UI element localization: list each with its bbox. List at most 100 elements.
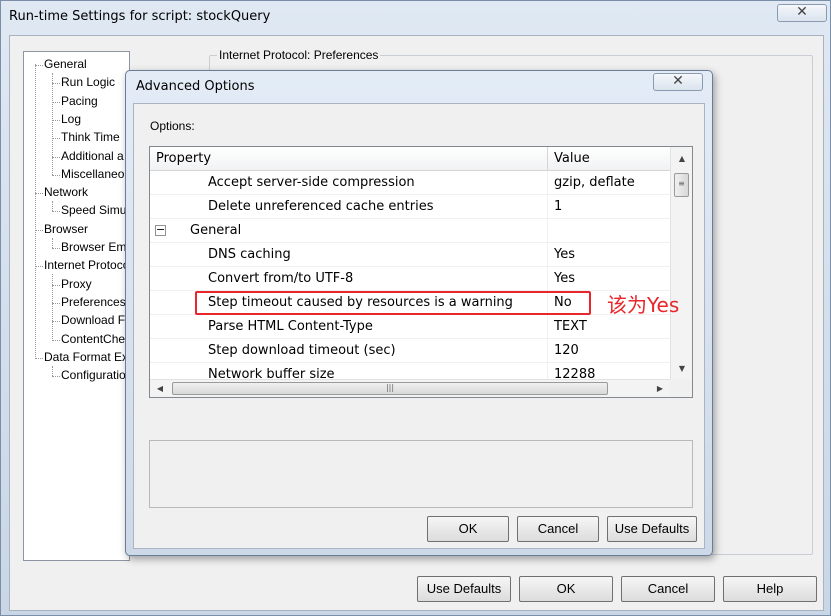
value-cell[interactable]: Yes — [554, 243, 575, 267]
tree-item[interactable]: Log — [61, 112, 81, 126]
tree-connector — [52, 237, 53, 248]
scroll-right-icon[interactable]: ▶ — [650, 380, 670, 397]
column-header-value[interactable]: Value — [548, 147, 670, 171]
tree-connector — [52, 365, 53, 377]
property-cell: Accept server-side compression — [208, 175, 415, 190]
use-defaults-button[interactable]: Use Defaults — [417, 576, 511, 602]
settings-tree: General Run Logic Pacing Log Think Time Addit… — [23, 51, 130, 561]
column-divider — [547, 195, 548, 219]
tree-item[interactable]: Pacing — [61, 94, 98, 108]
value-cell[interactable]: 1 — [554, 195, 562, 219]
property-cell: Step timeout caused by resources is a wa… — [208, 295, 513, 310]
tree-item[interactable]: Additional a — [61, 149, 124, 163]
tree-connector — [52, 321, 60, 323]
tree-connector — [35, 65, 43, 66]
collapse-toggle-icon[interactable]: − — [155, 224, 166, 236]
dialog-use-defaults-button[interactable]: Use Defaults — [607, 516, 697, 542]
tree-connector — [52, 248, 60, 249]
column-divider — [547, 243, 548, 267]
tree-item[interactable]: Think Time — [61, 130, 120, 144]
tree-item[interactable]: Browser Em — [61, 240, 126, 254]
options-property-grid: Property Value Accept server-side compre… — [149, 146, 693, 398]
grid-row[interactable]: Accept server-side compression gzip, defl… — [150, 171, 670, 195]
tree-connector — [35, 229, 43, 231]
tree-connector — [35, 266, 43, 268]
tree-item[interactable]: Data Format Ex — [44, 350, 128, 364]
tree-item[interactable]: Configuratio — [61, 368, 126, 382]
column-divider — [547, 339, 548, 363]
tree-connector — [35, 357, 43, 359]
property-cell: Convert from/to UTF-8 — [208, 271, 354, 286]
tree-item[interactable]: Download F — [61, 313, 125, 327]
scroll-down-icon[interactable]: ▼ — [671, 359, 692, 379]
horizontal-scroll-thumb[interactable]: ||| — [172, 382, 608, 395]
column-divider — [547, 315, 548, 339]
tree-connector — [52, 174, 60, 176]
dialog-content: Options: Property Value Accept server-si… — [133, 103, 705, 549]
tree-item[interactable]: General — [44, 57, 87, 71]
runtime-settings-window: Run-time Settings for script: stockQuery… — [0, 0, 831, 616]
grid-row[interactable]: Parse HTML Content-Type TEXT — [150, 315, 670, 339]
property-cell: Step download timeout (sec) — [208, 343, 396, 358]
tree-item[interactable]: Miscellaneo — [61, 167, 124, 181]
scroll-left-icon[interactable]: ◀ — [150, 380, 170, 397]
column-divider — [547, 219, 548, 243]
tree-connector — [35, 64, 36, 357]
tree-connector — [52, 284, 60, 286]
tree-connector — [52, 119, 60, 121]
tree-item[interactable]: Network — [44, 185, 88, 199]
column-header-property[interactable]: Property — [150, 147, 547, 171]
option-description-box — [149, 440, 693, 508]
grid-row[interactable]: − General — [150, 219, 670, 243]
tree-item[interactable]: Run Logic — [61, 75, 115, 89]
tree-connector — [52, 201, 53, 212]
scrollbar-corner — [670, 379, 692, 397]
scroll-up-icon[interactable]: ▲ — [671, 149, 692, 169]
column-divider — [547, 267, 548, 291]
dialog-title: Advanced Options — [136, 79, 255, 94]
horizontal-scrollbar[interactable]: ◀ ||| ▶ — [150, 379, 670, 397]
tree-connector — [52, 274, 53, 340]
window-close-button[interactable]: ✕ — [777, 4, 827, 22]
tree-item[interactable]: Preferences — [61, 295, 126, 309]
value-cell[interactable]: 120 — [554, 339, 579, 363]
grid-row[interactable]: Convert from/to UTF-8 Yes — [150, 267, 670, 291]
grid-row[interactable]: Step download timeout (sec) 120 — [150, 339, 670, 363]
value-cell[interactable]: TEXT — [554, 315, 587, 339]
tree-connector — [52, 138, 60, 140]
tree-item[interactable]: Proxy — [61, 277, 92, 291]
grid-row[interactable]: Step timeout caused by resources is a wa… — [150, 291, 670, 315]
tree-connector — [52, 83, 60, 85]
value-cell[interactable]: Yes — [554, 267, 575, 291]
tree-connector — [52, 156, 60, 158]
tree-connector — [52, 101, 60, 103]
property-cell: Parse HTML Content-Type — [208, 319, 373, 334]
property-cell: Delete unreferenced cache entries — [208, 199, 434, 214]
close-icon: ✕ — [796, 4, 808, 20]
annotation-text: 该为Yes — [607, 293, 680, 317]
tree-item[interactable]: Internet Protoco — [44, 258, 129, 272]
tree-connector — [35, 193, 43, 195]
dialog-close-button[interactable]: ✕ — [653, 73, 703, 91]
column-divider — [547, 171, 548, 195]
vertical-scrollbar[interactable]: ▲ ≡ ▼ — [670, 147, 692, 381]
value-cell[interactable]: gzip, deflate — [554, 171, 635, 195]
group-box-label: Internet Protocol: Preferences — [217, 48, 381, 62]
grid-row[interactable]: DNS caching Yes — [150, 243, 670, 267]
tree-connector — [52, 211, 60, 213]
vertical-scroll-thumb[interactable]: ≡ — [674, 173, 689, 197]
tree-connector — [52, 339, 60, 341]
value-cell[interactable]: No — [554, 291, 572, 315]
cancel-button[interactable]: Cancel — [621, 576, 715, 602]
tree-item[interactable]: ContentChe — [61, 332, 125, 346]
window-title: Run-time Settings for script: stockQuery — [9, 9, 271, 24]
help-button[interactable]: Help — [723, 576, 817, 602]
grid-header: Property Value — [150, 147, 670, 171]
dialog-cancel-button[interactable]: Cancel — [517, 516, 599, 542]
tree-item[interactable]: Speed Simu — [61, 203, 126, 217]
tree-item[interactable]: Browser — [44, 222, 88, 236]
grid-row[interactable]: Delete unreferenced cache entries 1 — [150, 195, 670, 219]
dialog-ok-button[interactable]: OK — [427, 516, 509, 542]
column-divider — [547, 291, 548, 315]
ok-button[interactable]: OK — [519, 576, 613, 602]
